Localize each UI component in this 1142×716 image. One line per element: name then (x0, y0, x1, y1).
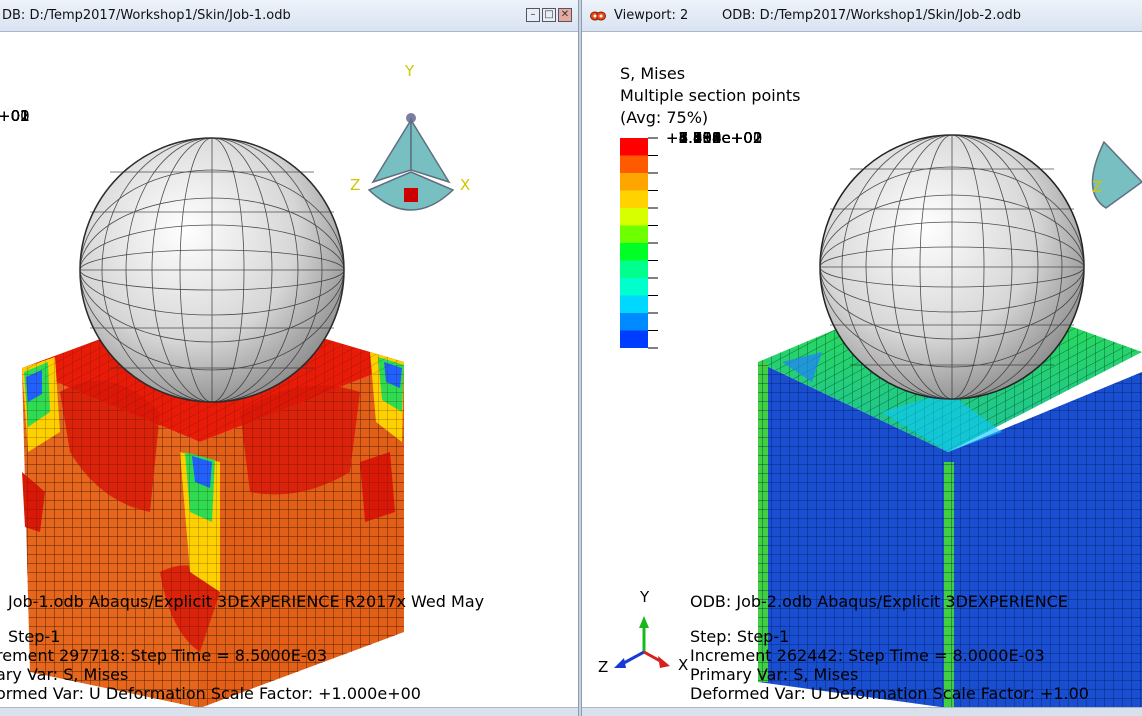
odb-info-line: ODB: Job-2.odb Abaqus/Explicit 3DEXPERIE… (690, 592, 1068, 611)
triad-z-label: Z (1092, 178, 1102, 196)
color-legend-2 (620, 137, 658, 349)
legend-swatch (620, 190, 648, 208)
legend-swatch (620, 260, 648, 278)
axis-x-label: X (678, 656, 688, 674)
axis-y-label: Y (639, 588, 650, 606)
primary-var-info: ary Var: S, Mises (0, 665, 129, 684)
step-info: Step-1 (8, 627, 61, 646)
legend-title: S, Mises (620, 64, 686, 83)
legend-swatch (620, 243, 648, 261)
viewport-2-label: Viewport: 2 (614, 8, 689, 23)
legend-swatch (620, 278, 648, 296)
increment-info: rement 297718: Step Time = 8.5000E-03 (0, 646, 328, 665)
legend-swatch (620, 138, 648, 156)
legend-swatch (620, 225, 648, 243)
viewport-2-titlebar[interactable]: Viewport: 2 ODB: D:/Temp2017/Workshop1/S… (582, 0, 1142, 32)
odb-info-line: Job-1.odb Abaqus/Explicit 3DEXPERIENCE R… (8, 592, 485, 611)
coordinate-triad (614, 616, 670, 668)
legend-value: +00 (0, 107, 30, 125)
viewport-1-title: DB: D:/Temp2017/Workshop1/Skin/Job-1.odb (2, 8, 291, 23)
viewport-2-title: ODB: D:/Temp2017/Workshop1/Skin/Job-2.od… (722, 8, 1021, 23)
deformed-var-info: ormed Var: U Deformation Scale Factor: +… (0, 684, 421, 703)
legend-value: +8.233e+00 (666, 129, 763, 147)
window-controls: – □ ✕ (526, 8, 572, 22)
increment-info: Increment 262442: Step Time = 8.0000E-03 (690, 646, 1045, 665)
viewport-2[interactable]: Viewport: 2 ODB: D:/Temp2017/Workshop1/S… (582, 0, 1142, 716)
primary-var-info: Primary Var: S, Mises (690, 665, 859, 684)
legend-swatch (620, 295, 648, 313)
viewport-2-bottom-border (582, 707, 1142, 716)
viewport-icon (590, 11, 606, 21)
legend-swatch (620, 330, 648, 348)
minimize-icon[interactable]: – (526, 8, 540, 22)
triad-z-label: Z (350, 176, 360, 194)
close-icon[interactable]: ✕ (558, 8, 572, 22)
legend-swatch (620, 155, 648, 173)
deformed-var-info: Deformed Var: U Deformation Scale Factor… (690, 684, 1089, 703)
viewport-1-bottom-border (0, 707, 578, 716)
axis-z-label: Z (598, 658, 608, 676)
viewport-1-titlebar[interactable]: DB: D:/Temp2017/Workshop1/Skin/Job-1.odb… (0, 0, 578, 32)
legend-averaging: (Avg: 75%) (620, 108, 709, 127)
legend-swatch (620, 173, 648, 191)
legend-swatch (620, 313, 648, 331)
triad-x-label: X (460, 176, 470, 194)
triad-y-label: Y (404, 62, 415, 80)
legend-subtitle: Multiple section points (620, 86, 801, 105)
view-triad (1091, 140, 1142, 209)
view-triad (367, 113, 455, 211)
maximize-icon[interactable]: □ (542, 8, 556, 22)
legend-swatch (620, 208, 648, 226)
step-info: Step: Step-1 (690, 627, 790, 646)
viewport-1[interactable]: DB: D:/Temp2017/Workshop1/Skin/Job-1.odb… (0, 0, 578, 716)
